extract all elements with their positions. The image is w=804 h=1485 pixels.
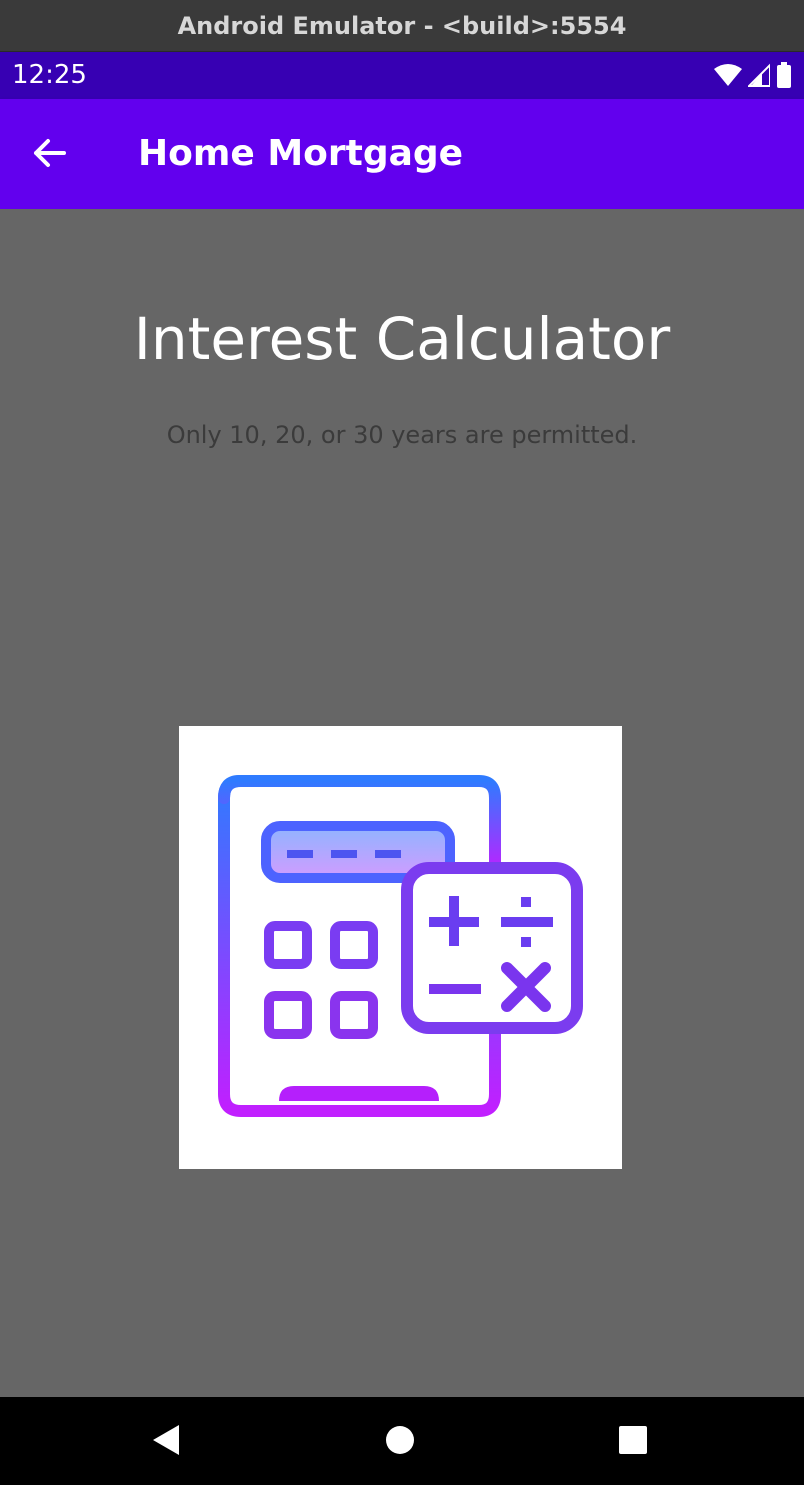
calculator-image — [179, 726, 622, 1169]
emulator-title-bar: Android Emulator - <build>:5554 — [0, 0, 804, 52]
nav-back-button[interactable] — [143, 1419, 189, 1465]
main-content: Interest Calculator Only 10, 20, or 30 y… — [0, 209, 804, 1397]
status-time: 12:25 — [12, 60, 87, 90]
battery-icon — [776, 62, 792, 93]
status-icons — [714, 62, 792, 93]
app-bar: Home Mortgage — [0, 99, 804, 209]
signal-icon — [746, 62, 771, 92]
nav-recents-button[interactable] — [610, 1419, 656, 1465]
subtext: Only 10, 20, or 30 years are permitted. — [166, 421, 638, 449]
nav-home-button[interactable] — [377, 1419, 423, 1465]
app-title: Home Mortgage — [138, 133, 464, 174]
recents-square-icon — [618, 1425, 648, 1460]
status-bar: 12:25 — [0, 52, 804, 99]
wifi-icon — [714, 63, 742, 92]
app-screen: Android Emulator - <build>:5554 12:25 Ho… — [0, 0, 804, 1485]
arrow-left-icon — [32, 138, 66, 173]
back-triangle-icon — [151, 1423, 181, 1462]
emulator-title: Android Emulator - <build>:5554 — [177, 11, 627, 40]
navigation-bar — [0, 1397, 804, 1485]
home-circle-icon — [385, 1425, 415, 1460]
calculator-icon — [179, 775, 622, 1173]
page-heading: Interest Calculator — [133, 305, 671, 373]
back-button[interactable] — [20, 126, 78, 184]
